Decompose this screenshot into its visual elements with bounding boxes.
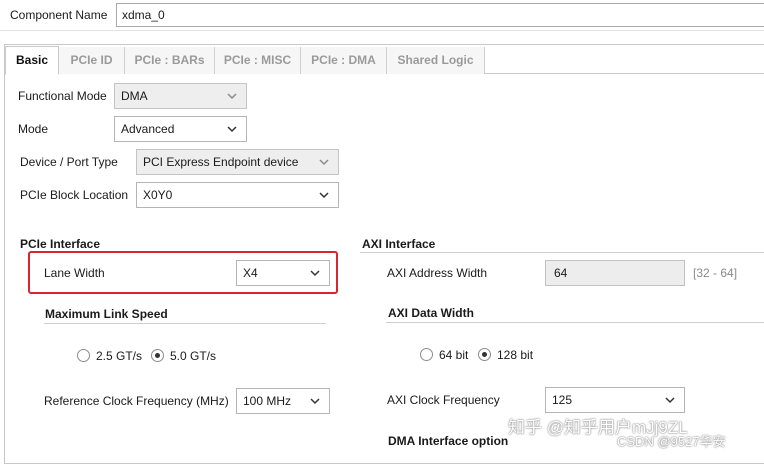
axi-address-width-label: AXI Address Width: [387, 266, 488, 280]
chevron-down-icon: [226, 123, 238, 135]
axi-clock-frequency-label: AXI Clock Frequency: [387, 393, 500, 407]
max-link-speed-title: Maximum Link Speed: [45, 307, 168, 321]
mode-dropdown[interactable]: Advanced: [114, 116, 247, 142]
link-speed-5-0-radio[interactable]: [151, 349, 164, 362]
mode-label: Mode: [18, 122, 49, 136]
tab-pcie-id[interactable]: PCIe ID: [59, 47, 125, 74]
data-width-64-radio[interactable]: [420, 348, 433, 361]
divider: [386, 322, 764, 323]
tab-pcie-bars[interactable]: PCIe : BARs: [125, 47, 215, 74]
pcie-block-location-value: X0Y0: [143, 188, 173, 202]
tab-pcie-dma[interactable]: PCIe : DMA: [301, 47, 387, 74]
axi-address-width-field: 64: [545, 260, 685, 286]
data-width-64-label: 64 bit: [439, 348, 469, 362]
device-port-type-label: Device / Port Type: [20, 155, 118, 169]
pcie-block-location-label: PCIe Block Location: [20, 188, 129, 202]
functional-mode-value: DMA: [121, 89, 148, 103]
axi-address-width-range: [32 - 64]: [693, 266, 738, 280]
tab-pcie-misc[interactable]: PCIe : MISC: [215, 47, 301, 74]
link-speed-5-0-label: 5.0 GT/s: [170, 349, 217, 363]
component-name-label: Component Name: [10, 8, 108, 22]
data-width-128-label: 128 bit: [497, 348, 534, 362]
watermark-csdn: CSDN @9527华安: [617, 434, 726, 449]
chevron-down-icon: [309, 267, 321, 279]
axi-clock-frequency-dropdown[interactable]: 125: [545, 387, 685, 413]
lane-width-value: X4: [243, 266, 258, 280]
axi-clock-frequency-value: 125: [552, 393, 573, 407]
ref-clock-label: Reference Clock Frequency (MHz): [44, 394, 229, 408]
tab-shared-logic[interactable]: Shared Logic: [387, 47, 485, 74]
chevron-down-icon: [318, 156, 330, 168]
axi-interface-title: AXI Interface: [362, 237, 436, 251]
divider: [360, 252, 764, 253]
dma-interface-option-title: DMA Interface option: [388, 434, 509, 448]
functional-mode-label: Functional Mode: [18, 89, 107, 103]
link-speed-2-5-radio[interactable]: [77, 349, 90, 362]
component-name-input[interactable]: xdma_0: [116, 3, 764, 27]
chevron-down-icon: [664, 394, 676, 406]
ref-clock-dropdown[interactable]: 100 MHz: [236, 388, 330, 414]
pcie-block-location-dropdown[interactable]: X0Y0: [136, 182, 339, 208]
functional-mode-dropdown[interactable]: DMA: [114, 83, 247, 109]
device-port-type-dropdown[interactable]: PCI Express Endpoint device: [136, 149, 339, 175]
chevron-down-icon: [226, 90, 238, 102]
ref-clock-value: 100 MHz: [243, 394, 292, 408]
tab-basic[interactable]: Basic: [5, 46, 59, 75]
chevron-down-icon: [318, 189, 330, 201]
pcie-interface-title: PCIe Interface: [20, 237, 101, 251]
lane-width-dropdown[interactable]: X4: [236, 260, 330, 286]
lane-width-label: Lane Width: [44, 266, 105, 280]
mode-value: Advanced: [121, 122, 175, 136]
data-width-128-radio[interactable]: [478, 348, 491, 361]
device-port-type-value: PCI Express Endpoint device: [143, 155, 299, 169]
link-speed-2-5-label: 2.5 GT/s: [96, 349, 143, 363]
chevron-down-icon: [309, 395, 321, 407]
divider: [44, 323, 326, 324]
axi-data-width-title: AXI Data Width: [388, 306, 474, 320]
